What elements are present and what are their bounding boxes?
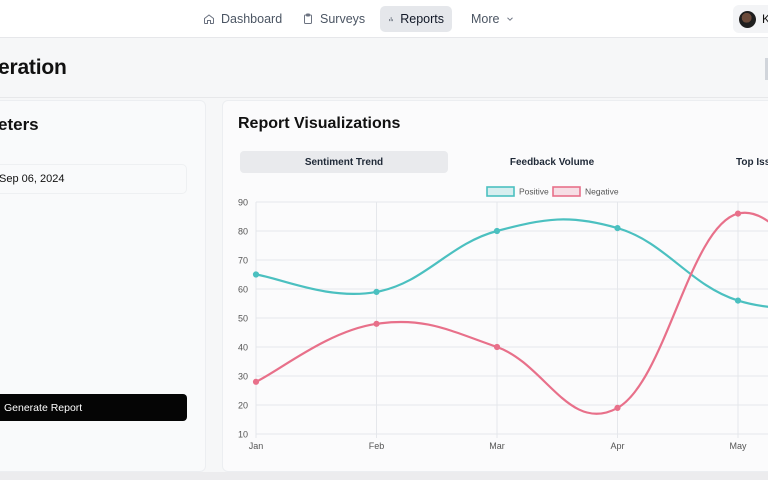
- home-icon: [204, 14, 214, 24]
- series-line-negative: [255, 211, 768, 415]
- x-tick-label: Apr: [610, 441, 624, 451]
- visualizations-title: Report Visualizations: [238, 115, 401, 132]
- generate-report-label: Generate Report: [4, 401, 83, 414]
- data-point-negative: [614, 404, 621, 411]
- y-tick-label: 70: [238, 256, 248, 266]
- clipboard-icon: [304, 13, 312, 24]
- date-value: Sep 06, 2024: [0, 173, 65, 185]
- legend-swatch-negative: [552, 186, 581, 197]
- nav-more-label: More: [471, 12, 500, 26]
- y-tick-label: 80: [238, 227, 248, 237]
- y-tick-label: 90: [238, 198, 248, 208]
- legend-swatch-positive: [486, 186, 515, 197]
- x-tick-label: Mar: [489, 441, 505, 451]
- y-tick-label: 50: [238, 314, 248, 324]
- tab-sentiment-trend[interactable]: Sentiment Trend: [240, 151, 448, 173]
- bar-chart-icon: [389, 17, 393, 22]
- tab-feedback-volume[interactable]: Feedback Volume: [448, 151, 656, 173]
- y-tick-label: 10: [238, 430, 248, 440]
- data-point-positive: [252, 271, 260, 278]
- data-point-negative: [493, 343, 501, 351]
- data-point-negative: [252, 378, 260, 385]
- legend-label-positive: Positive: [519, 187, 549, 197]
- x-tick-label: Jan: [249, 441, 264, 451]
- tab-top-issues[interactable]: Top Iss: [736, 151, 768, 173]
- chevron-down-icon: [507, 17, 514, 21]
- bottom-edge: [0, 472, 768, 480]
- y-tick-label: 20: [238, 401, 248, 411]
- nav-more[interactable]: More: [463, 6, 523, 32]
- data-point-negative: [734, 210, 742, 217]
- top-navigation: Dashboard Surveys Reports More K: [0, 0, 768, 38]
- nav-surveys[interactable]: Surveys: [294, 6, 373, 32]
- user-initial: K: [762, 12, 768, 26]
- x-tick-label: May: [729, 441, 747, 451]
- y-tick-label: 40: [238, 343, 248, 353]
- date-range-input[interactable]: Sep 06, 2024: [0, 164, 187, 194]
- data-point-negative: [373, 320, 380, 327]
- data-point-positive: [614, 225, 621, 232]
- nav-dashboard-label: Dashboard: [221, 12, 283, 26]
- y-tick-label: 60: [238, 285, 248, 295]
- nav-reports-label: Reports: [400, 12, 444, 26]
- x-tick-label: Feb: [369, 441, 385, 451]
- sentiment-trend-chart: 10 20 30 40 50 60 70 80 90 Jan Feb Mar Apr May Positiv…: [238, 186, 768, 451]
- nav-reports[interactable]: Reports: [380, 6, 452, 32]
- y-tick-label: 30: [238, 372, 248, 382]
- parameters-heading: eters: [0, 115, 39, 134]
- divider: [0, 97, 768, 98]
- nav-surveys-label: Surveys: [320, 12, 366, 26]
- user-menu[interactable]: K: [733, 5, 768, 33]
- data-point-positive: [373, 288, 380, 296]
- series-line-positive: [255, 218, 768, 308]
- nav-dashboard[interactable]: Dashboard: [195, 6, 290, 32]
- legend-label-negative: Negative: [585, 187, 619, 197]
- data-point-positive: [493, 227, 501, 235]
- avatar: [739, 10, 756, 28]
- page-title: eration: [0, 56, 67, 79]
- data-point-positive: [734, 297, 742, 304]
- generate-report-button[interactable]: Generate Report: [0, 394, 187, 421]
